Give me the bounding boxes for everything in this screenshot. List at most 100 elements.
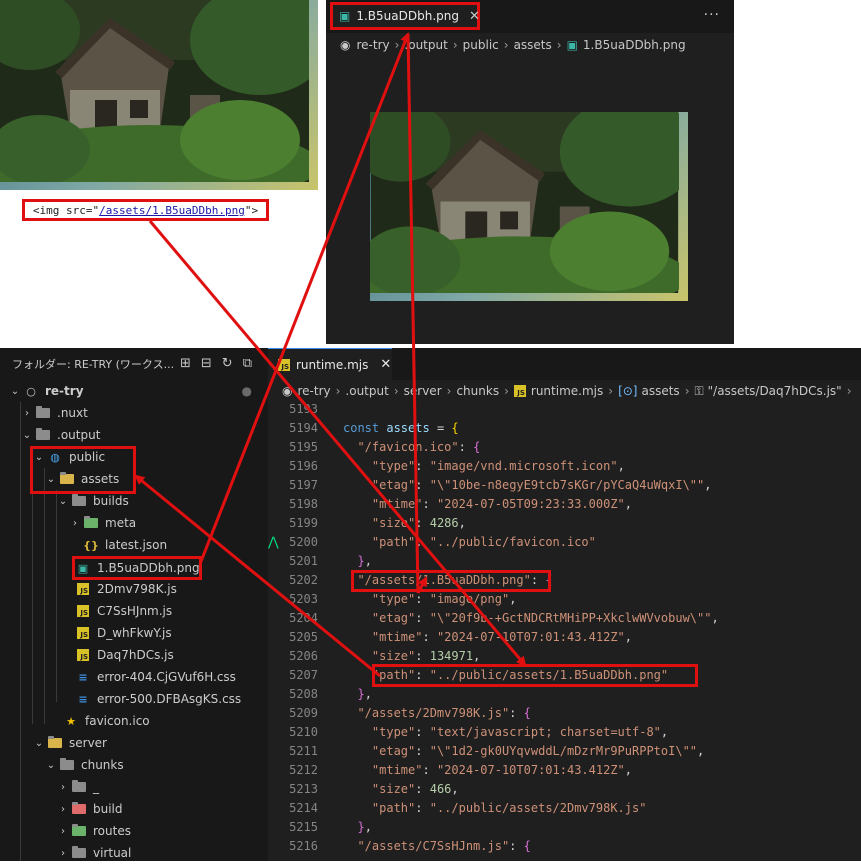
chevron-down-icon: ⌄ [46, 473, 56, 485]
folder-open-icon [34, 428, 52, 442]
tree-item-folder[interactable]: › meta [0, 512, 268, 534]
image-file-icon: ▣ [77, 561, 89, 575]
tree-item-file[interactable]: JS 2Dmv798K.js [0, 578, 268, 600]
tree-item-folder[interactable]: ⌄ .output [0, 424, 268, 446]
code-line: "/assets/C7SsHJnm.js": { [357, 839, 531, 853]
highlight-asset-key [351, 570, 551, 592]
folder-icon [70, 824, 88, 838]
code-line: "size": 4286, [371, 516, 466, 530]
breadcrumb-item[interactable]: "/assets/Daq7hDCs.js" [708, 384, 842, 398]
code-line: "etag": "\"20f9b-+GctNDCRtMHiPP+XkclwWVv… [371, 611, 719, 625]
code-line: }, [357, 820, 372, 834]
tree-item-file[interactable]: ★ favicon.ico [0, 710, 268, 732]
tree-item-file[interactable]: JS C7SsHJnm.js [0, 600, 268, 622]
tree-item-file[interactable]: {} latest.json [0, 534, 268, 556]
breadcrumb-item[interactable]: assets [514, 38, 552, 52]
breadcrumb-item[interactable]: .output [404, 38, 447, 52]
breadcrumb-more[interactable]: › [847, 384, 852, 398]
css-file-icon: ≡ [78, 692, 88, 706]
breadcrumb-item[interactable]: 1.B5uaDDbh.png [583, 38, 686, 52]
code-editor: JS runtime.mjs ✕ ◉ re-try › .output › serv… [268, 348, 861, 861]
line-number: 5201 [289, 554, 318, 568]
folder-open-icon [58, 472, 76, 486]
tree-item-file[interactable]: ≡ error-404.CjGVuf6H.css [0, 666, 268, 688]
tree-item-folder[interactable]: ⌄ server [0, 732, 268, 754]
editor-tabbar: JS runtime.mjs ✕ [268, 348, 861, 380]
breadcrumb-item[interactable]: public [463, 38, 499, 52]
tree-item-folder[interactable]: › build [0, 798, 268, 820]
abandoned-house-photo [0, 0, 309, 182]
tree-item-label: 2Dmv798K.js [97, 582, 177, 596]
code-line: "type": "text/javascript; charset=utf-8"… [371, 725, 669, 739]
code-line: "path": "../public/assets/2Dmv798K.js" [371, 801, 647, 815]
img-src-link[interactable]: /assets/1.B5uaDDbh.png [99, 204, 245, 217]
chevron-down-icon: ⌄ [10, 385, 20, 397]
tab-runtime-mjs[interactable]: JS runtime.mjs ✕ [268, 348, 392, 380]
line-number: 5213 [289, 782, 318, 796]
tree-item-label: assets [81, 472, 120, 486]
img-tag-snippet: <img src="/assets/1.B5uaDDbh.png "> [22, 199, 269, 221]
tree-item-file[interactable]: JS Daq7hDCs.js [0, 644, 268, 666]
tree-item-folder[interactable]: ⌄ ◍ public [0, 446, 268, 468]
img-tag-prefix: <img src=" [32, 203, 100, 217]
tree-item-folder[interactable]: › _ [0, 776, 268, 798]
tree-item-folder[interactable]: › .nuxt [0, 402, 268, 424]
explorer-sidebar: フォルダー: RE-TRY (ワークス... ⊞ ⊟ ↻ ⧉ ⌄ ○ re-tr… [0, 348, 268, 861]
tree-item-label: virtual [93, 846, 132, 860]
chevron-down-icon: ⌄ [46, 759, 56, 771]
css-file-icon: ≡ [78, 670, 88, 684]
folder-icon [70, 802, 88, 816]
tree-item-folder[interactable]: ⌄ assets [0, 468, 268, 490]
breadcrumb-item[interactable]: re-try [297, 384, 330, 398]
code-line: "mtime": "2024-07-10T07:01:43.412Z", [371, 630, 633, 644]
line-number: 5194 [289, 421, 318, 435]
image-preview-editor: ▣ 1.B5uaDDbh.png ✕ ··· ◉ re-try › .output… [326, 0, 734, 344]
tree-item-folder[interactable]: ⌄ chunks [0, 754, 268, 776]
more-actions-icon[interactable]: ··· [704, 7, 720, 23]
tree-item-folder[interactable]: ⌄ ○ re-try ● [0, 380, 268, 402]
explorer-header: フォルダー: RE-TRY (ワークス... ⊞ ⊟ ↻ ⧉ [0, 348, 268, 380]
code-line: "mtime": "2024-07-10T07:01:43.412Z", [371, 763, 633, 777]
tree-item-label: latest.json [105, 538, 168, 552]
line-number: 5204 [289, 611, 318, 625]
js-file-icon: JS [74, 604, 92, 618]
chevron-down-icon: ⌄ [22, 429, 32, 441]
chevron-right-icon: › [61, 781, 65, 793]
close-icon[interactable]: ✕ [380, 357, 391, 372]
tree-item-file[interactable]: ≡ error-500.DFBAsgKS.css [0, 688, 268, 710]
abandoned-house-photo [370, 112, 679, 293]
tree-item-label: public [69, 450, 106, 464]
line-number: 5197 [289, 478, 318, 492]
breadcrumb-item[interactable]: chunks [456, 384, 499, 398]
breadcrumb-item[interactable]: re-try [356, 38, 389, 52]
preview-image [370, 112, 688, 301]
breadcrumb: ◉ re-try › .output › server › chunks › JS ru… [282, 383, 852, 399]
chevron-right-icon: › [61, 803, 65, 815]
explorer-title: フォルダー: RE-TRY (ワークス... [12, 358, 175, 371]
close-icon[interactable]: ✕ [469, 9, 480, 24]
folder-icon [82, 516, 100, 530]
new-file-icon[interactable]: ⊞ [180, 356, 191, 371]
new-folder-icon[interactable]: ⊟ [201, 356, 212, 371]
status-dot-icon: ● [241, 384, 252, 398]
breadcrumb-item[interactable]: runtime.mjs [531, 384, 603, 398]
tree-item-label: chunks [81, 758, 124, 772]
tree-item-file[interactable]: ▣ 1.B5uaDDbh.png [0, 557, 268, 579]
chevron-right-icon: › [25, 407, 29, 419]
breadcrumb-item[interactable]: .output [345, 384, 388, 398]
image-file-icon: ▣ [339, 9, 351, 23]
breadcrumb-item[interactable]: server [404, 384, 442, 398]
line-number: 5209 [289, 706, 318, 720]
refresh-icon[interactable]: ↻ [222, 356, 233, 371]
chevron-down-icon: ⌄ [34, 737, 44, 749]
folder-open-icon [46, 736, 64, 750]
tree-item-folder[interactable]: ⌄ builds [0, 490, 268, 512]
collapse-all-icon[interactable]: ⧉ [243, 356, 252, 371]
folder-icon [34, 406, 52, 420]
tab-image-file[interactable]: ▣ 1.B5uaDDbh.png ✕ [330, 2, 480, 30]
tree-item-file[interactable]: JS D_whFkwY.js [0, 622, 268, 644]
folder-open-icon [58, 758, 76, 772]
json-file-icon: {} [83, 538, 99, 552]
tree-item-folder[interactable]: › routes [0, 820, 268, 842]
breadcrumb-item[interactable]: assets [641, 384, 679, 398]
